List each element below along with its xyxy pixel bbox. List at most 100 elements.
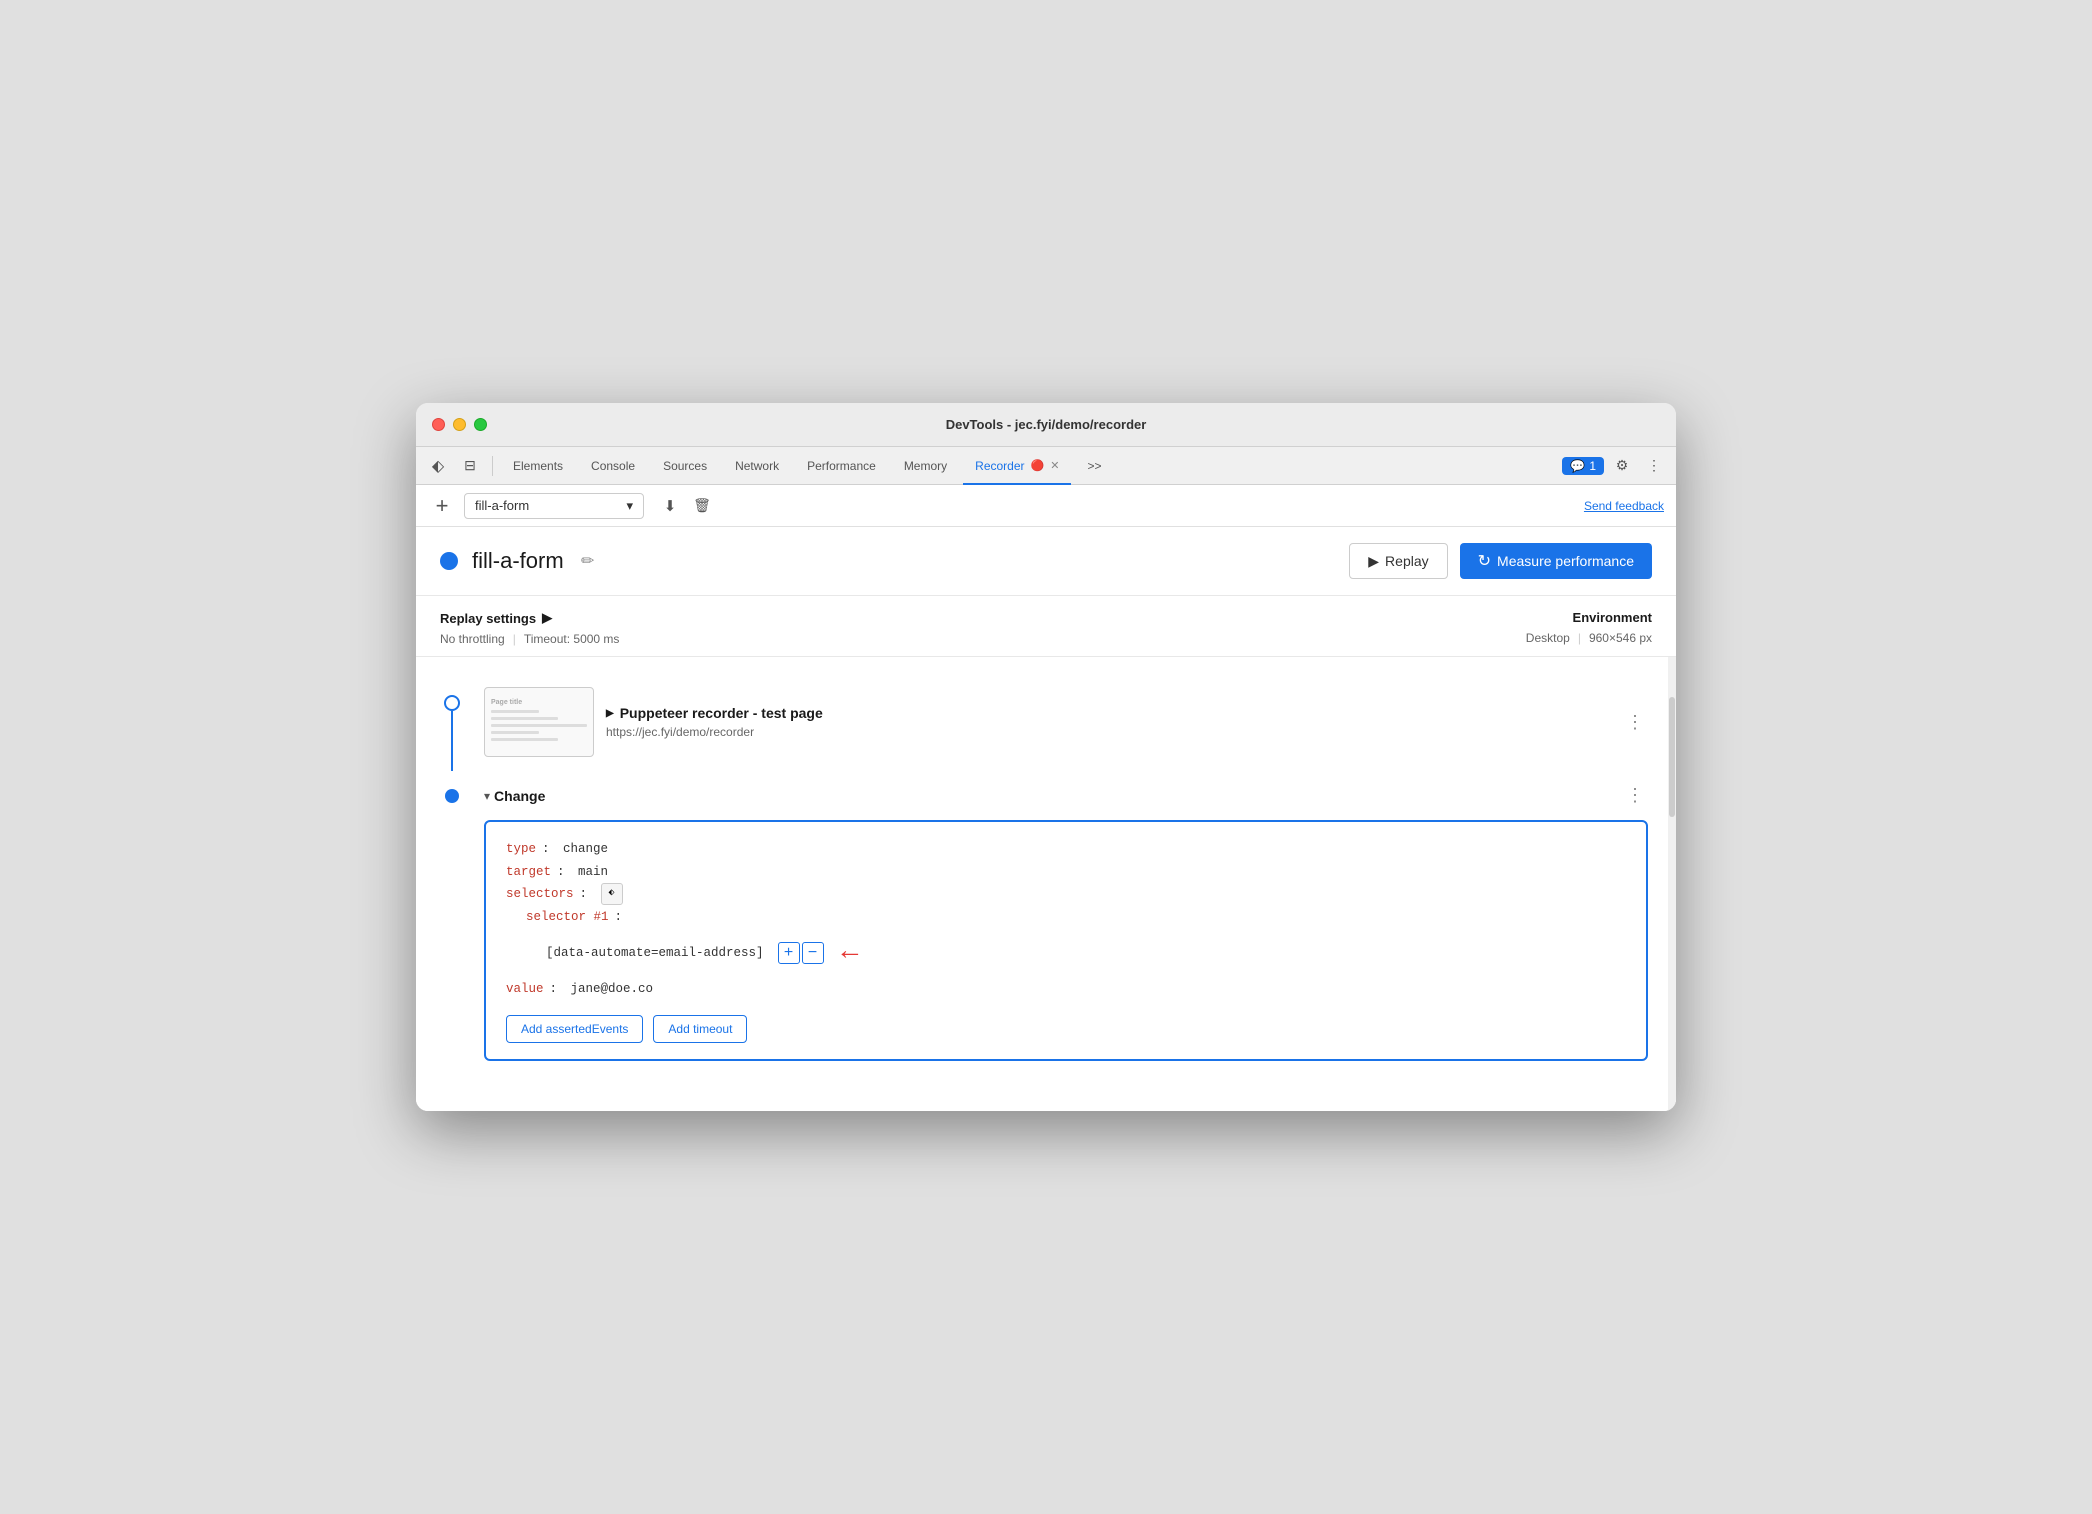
code-line-type: type : change	[506, 838, 1626, 861]
tab-bar: ⬖ ⊟ Elements Console Sources Network	[416, 447, 1676, 485]
tab-bar-right: 💬 1 ⚙ ⋮	[1562, 452, 1668, 480]
toolbar-icons: ⬇ 🗑	[656, 492, 716, 520]
navigate-title: ▶ Puppeteer recorder - test page	[606, 705, 1610, 721]
chat-icon: 💬	[1570, 459, 1585, 473]
recording-select[interactable]: fill-a-form ▾	[464, 493, 644, 519]
cursor-icon: ⬖	[432, 456, 444, 476]
change-content: ▾ Change ⋮ type : change	[472, 771, 1648, 1071]
add-timeout-btn[interactable]: Add timeout	[653, 1015, 747, 1043]
recorder-tab-close[interactable]: ✕	[1050, 459, 1059, 472]
recording-status-dot	[440, 552, 458, 570]
replay-settings-toggle[interactable]: Replay settings ▶	[440, 610, 619, 626]
download-icon: ⬇	[664, 497, 677, 515]
navigate-info: ▶ Puppeteer recorder - test page https:/…	[606, 705, 1610, 739]
code-line-selectors: selectors : ⬖	[506, 883, 1626, 906]
measure-icon: ↻	[1478, 551, 1491, 571]
timeout-value: Timeout: 5000 ms	[524, 632, 620, 646]
edit-name-btn[interactable]: ✏	[574, 547, 602, 575]
change-header: ▾ Change ⋮	[484, 781, 1648, 810]
toolbar: + fill-a-form ▾ ⬇ 🗑 Send feedback	[416, 485, 1676, 527]
change-more-btn[interactable]: ⋮	[1622, 781, 1648, 810]
settings-icon-btn[interactable]: ⚙	[1608, 452, 1636, 480]
triangle-right-icon: ▶	[542, 610, 552, 626]
navigate-step: Page title	[416, 657, 1668, 771]
cursor-icon-btn[interactable]: ⬖	[424, 452, 452, 480]
navigate-url: https://jec.fyi/demo/recorder	[606, 725, 1610, 739]
code-line-selector-val: [data-automate=email-address] + − ←	[506, 928, 1626, 978]
selector-btns: + −	[778, 942, 824, 964]
traffic-lights	[432, 418, 487, 431]
replay-button[interactable]: ▶ Replay	[1349, 543, 1447, 579]
tab-bar-left: ⬖ ⊟ Elements Console Sources Network	[424, 447, 1113, 485]
header-actions: ▶ Replay ↻ Measure performance	[1349, 543, 1652, 579]
navigate-inner: Page title	[484, 687, 1648, 757]
steps-list: Page title	[416, 657, 1668, 1111]
more-options-btn[interactable]: ⋮	[1640, 452, 1668, 480]
navigate-content: Page title	[472, 673, 1648, 771]
window-title: DevTools - jec.fyi/demo/recorder	[946, 417, 1147, 432]
navigate-circle	[444, 695, 460, 711]
page-thumbnail: Page title	[484, 687, 594, 757]
environment-settings: Environment Desktop | 960×546 px	[1526, 610, 1652, 645]
code-line-target: target : main	[506, 861, 1626, 884]
chevron-right-icon: >>	[1087, 459, 1101, 473]
tab-recorder[interactable]: Recorder 🔴 ✕	[963, 447, 1071, 485]
red-arrow-indicator: ←	[842, 928, 859, 978]
minimize-button[interactable]	[453, 418, 466, 431]
settings-bar: Replay settings ▶ No throttling | Timeou…	[416, 596, 1676, 657]
navigate-timeline	[432, 673, 472, 771]
change-circle	[445, 789, 459, 803]
new-recording-btn[interactable]: +	[428, 492, 456, 520]
send-feedback-link[interactable]: Send feedback	[1584, 499, 1664, 513]
selector-picker-icon[interactable]: ⬖	[601, 883, 623, 905]
titlebar: DevTools - jec.fyi/demo/recorder	[416, 403, 1676, 447]
maximize-button[interactable]	[474, 418, 487, 431]
main-content: fill-a-form ✏ ▶ Replay ↻ Measure perform…	[416, 527, 1676, 1111]
env-size: 960×546 px	[1589, 631, 1652, 645]
throttling-value: No throttling	[440, 632, 505, 646]
env-details: Desktop | 960×546 px	[1526, 631, 1652, 645]
steps-area: Page title	[416, 657, 1676, 1111]
close-button[interactable]	[432, 418, 445, 431]
code-line-selector-num: selector #1 :	[506, 906, 1626, 929]
scrollbar-track[interactable]	[1668, 657, 1676, 1111]
settings-details: No throttling | Timeout: 5000 ms	[440, 632, 619, 646]
trash-icon: 🗑	[693, 497, 711, 514]
chat-badge[interactable]: 💬 1	[1562, 457, 1604, 475]
gear-icon: ⚙	[1616, 457, 1629, 474]
tab-memory[interactable]: Memory	[892, 447, 959, 485]
tab-elements[interactable]: Elements	[501, 447, 575, 485]
kebab-icon: ⋮	[1647, 457, 1661, 474]
tab-console[interactable]: Console	[579, 447, 647, 485]
tab-sources[interactable]: Sources	[651, 447, 719, 485]
env-type: Desktop	[1526, 631, 1570, 645]
tab-divider	[492, 456, 493, 476]
remove-selector-btn[interactable]: −	[802, 942, 824, 964]
measure-performance-button[interactable]: ↻ Measure performance	[1460, 543, 1652, 579]
add-selector-btn[interactable]: +	[778, 942, 800, 964]
navigate-more-btn[interactable]: ⋮	[1622, 708, 1648, 737]
recording-select-label: fill-a-form	[475, 498, 529, 513]
chevron-down-icon: ▾	[626, 498, 633, 514]
code-line-value: value : jane@doe.co	[506, 978, 1626, 1001]
recording-header: fill-a-form ✏ ▶ Replay ↻ Measure perform…	[416, 527, 1676, 596]
code-block: type : change target : main	[484, 820, 1648, 1061]
tab-performance[interactable]: Performance	[795, 447, 888, 485]
devtools-body: ⬖ ⊟ Elements Console Sources Network	[416, 447, 1676, 1111]
add-asserted-events-btn[interactable]: Add assertedEvents	[506, 1015, 643, 1043]
device-icon-btn[interactable]: ⊟	[456, 452, 484, 480]
tab-more[interactable]: >>	[1075, 447, 1113, 485]
collapse-icon[interactable]: ▾	[484, 789, 490, 803]
delete-btn[interactable]: 🗑	[688, 492, 716, 520]
expand-icon[interactable]: ▶	[606, 708, 614, 719]
code-actions: Add assertedEvents Add timeout	[506, 1015, 1626, 1043]
replay-settings: Replay settings ▶ No throttling | Timeou…	[440, 610, 619, 646]
environment-title: Environment	[1526, 610, 1652, 625]
change-timeline	[432, 771, 472, 1071]
change-title: Change	[494, 788, 545, 804]
export-btn[interactable]: ⬇	[656, 492, 684, 520]
pencil-icon: ✏	[581, 551, 594, 571]
scrollbar-thumb[interactable]	[1669, 697, 1675, 817]
tab-network[interactable]: Network	[723, 447, 791, 485]
device-icon: ⊟	[464, 457, 476, 474]
